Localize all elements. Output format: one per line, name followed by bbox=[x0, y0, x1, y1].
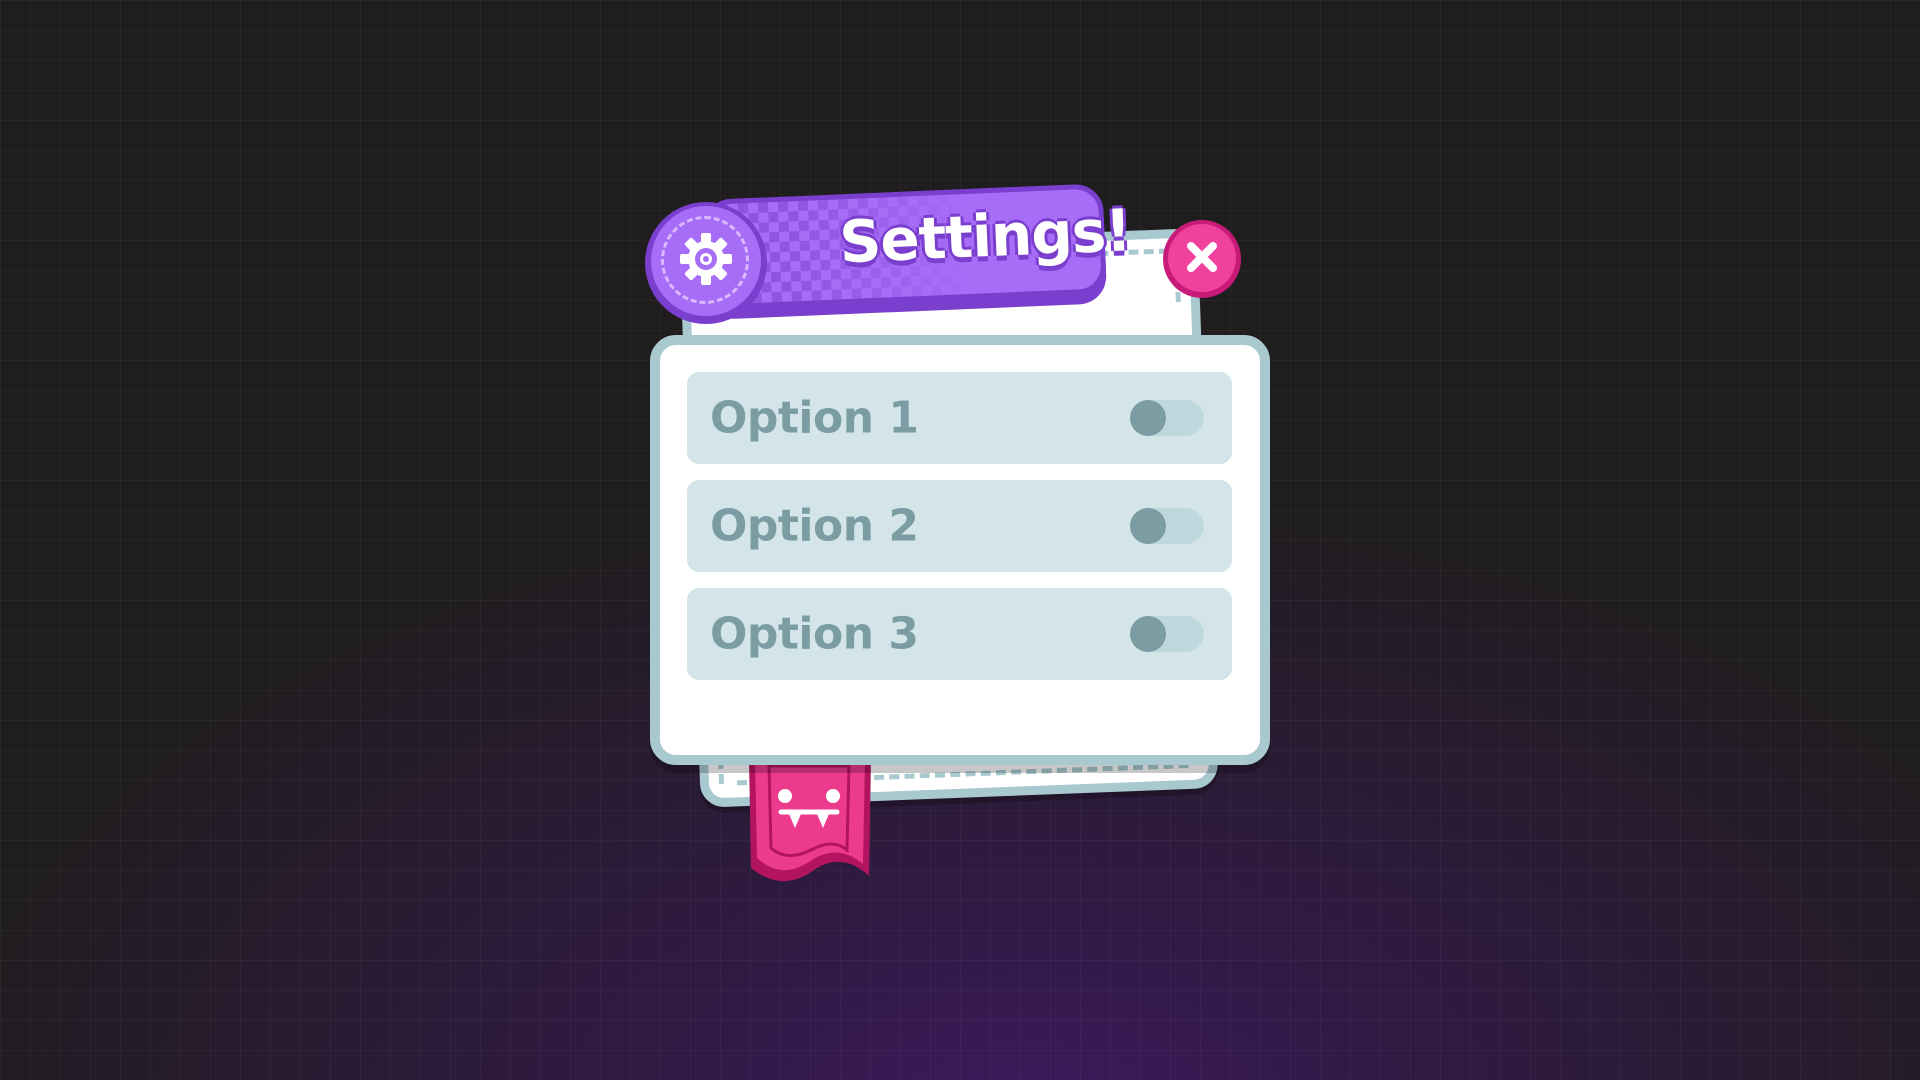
bookmark-ribbon bbox=[749, 758, 871, 882]
toggle-knob bbox=[1130, 400, 1166, 436]
page-title: Settings! bbox=[838, 196, 1132, 277]
options-list: Option 1 Option 2 Option 3 bbox=[687, 372, 1232, 696]
gear-icon bbox=[680, 233, 732, 285]
toggle-knob bbox=[1130, 508, 1166, 544]
option-1-toggle[interactable] bbox=[1130, 400, 1204, 436]
close-icon bbox=[1187, 242, 1217, 272]
option-label: Option 3 bbox=[710, 608, 919, 660]
header-banner: Settings! bbox=[645, 183, 1132, 330]
option-label: Option 1 bbox=[710, 392, 919, 444]
toggle-knob bbox=[1130, 616, 1166, 652]
option-row-2[interactable]: Option 2 bbox=[687, 480, 1232, 572]
gear-badge bbox=[645, 202, 767, 324]
option-3-toggle[interactable] bbox=[1130, 616, 1204, 652]
option-row-1[interactable]: Option 1 bbox=[687, 372, 1232, 464]
option-row-3[interactable]: Option 3 bbox=[687, 588, 1232, 680]
option-label: Option 2 bbox=[710, 500, 919, 552]
settings-panel: Option 1 Option 2 Option 3 bbox=[650, 335, 1270, 765]
option-2-toggle[interactable] bbox=[1130, 508, 1204, 544]
close-button[interactable] bbox=[1163, 220, 1241, 298]
